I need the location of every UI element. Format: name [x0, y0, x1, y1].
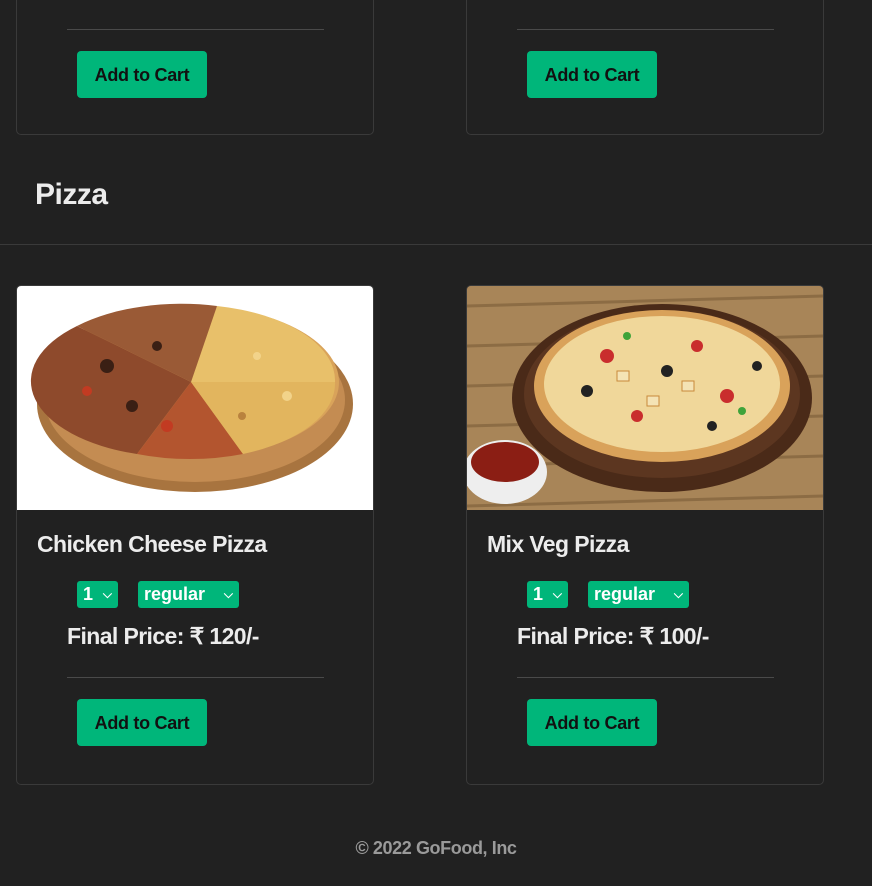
size-select[interactable]: regular ⌵ [138, 581, 239, 608]
final-price: Final Price: ₹ 100/- [517, 623, 709, 650]
mix-veg-pizza-image [467, 286, 823, 510]
food-image [467, 286, 823, 510]
food-card: Add to Cart [16, 0, 374, 135]
food-card: Add to Cart [466, 0, 824, 135]
food-name: Mix Veg Pizza [487, 531, 629, 557]
chevron-down-icon: ⌵ [102, 587, 112, 601]
final-price-label: Final Price: [517, 623, 634, 649]
add-to-cart-button[interactable]: Add to Cart [527, 699, 657, 746]
card-divider [67, 677, 324, 678]
chevron-down-icon: ⌵ [223, 587, 233, 601]
food-card: Chicken Cheese Pizza 1 ⌵ regular ⌵ Final… [16, 285, 374, 785]
add-to-cart-button[interactable]: Add to Cart [77, 699, 207, 746]
food-name: Chicken Cheese Pizza [37, 531, 267, 557]
size-value: regular [594, 584, 656, 604]
food-image [17, 286, 373, 510]
quantity-value: 1 [533, 584, 544, 604]
quantity-select[interactable]: 1 ⌵ [77, 581, 118, 608]
final-price: Final Price: ₹ 120/- [67, 623, 259, 650]
quantity-select[interactable]: 1 ⌵ [527, 581, 568, 608]
chevron-down-icon: ⌵ [552, 587, 562, 601]
add-to-cart-button[interactable]: Add to Cart [527, 51, 657, 98]
category-divider [0, 244, 872, 245]
card-divider [517, 677, 774, 678]
quantity-value: 1 [83, 584, 94, 604]
add-to-cart-button[interactable]: Add to Cart [77, 51, 207, 98]
final-price-label: Final Price: [67, 623, 184, 649]
footer-copyright: © 2022 GoFood, Inc [355, 838, 517, 858]
food-card: Mix Veg Pizza 1 ⌵ regular ⌵ Final Price:… [466, 285, 824, 785]
size-select[interactable]: regular ⌵ [588, 581, 689, 608]
size-value: regular [144, 584, 206, 604]
card-divider [517, 29, 774, 30]
chicken-cheese-pizza-image [30, 303, 353, 492]
card-divider [67, 29, 324, 30]
final-price-value: ₹ 120/- [189, 623, 260, 649]
chevron-down-icon: ⌵ [673, 587, 683, 601]
category-title: Pizza [35, 178, 108, 211]
menu-page: Add to Cart Add to Cart Pizza Chicken Ch… [0, 0, 872, 886]
final-price-value: ₹ 100/- [639, 623, 710, 649]
